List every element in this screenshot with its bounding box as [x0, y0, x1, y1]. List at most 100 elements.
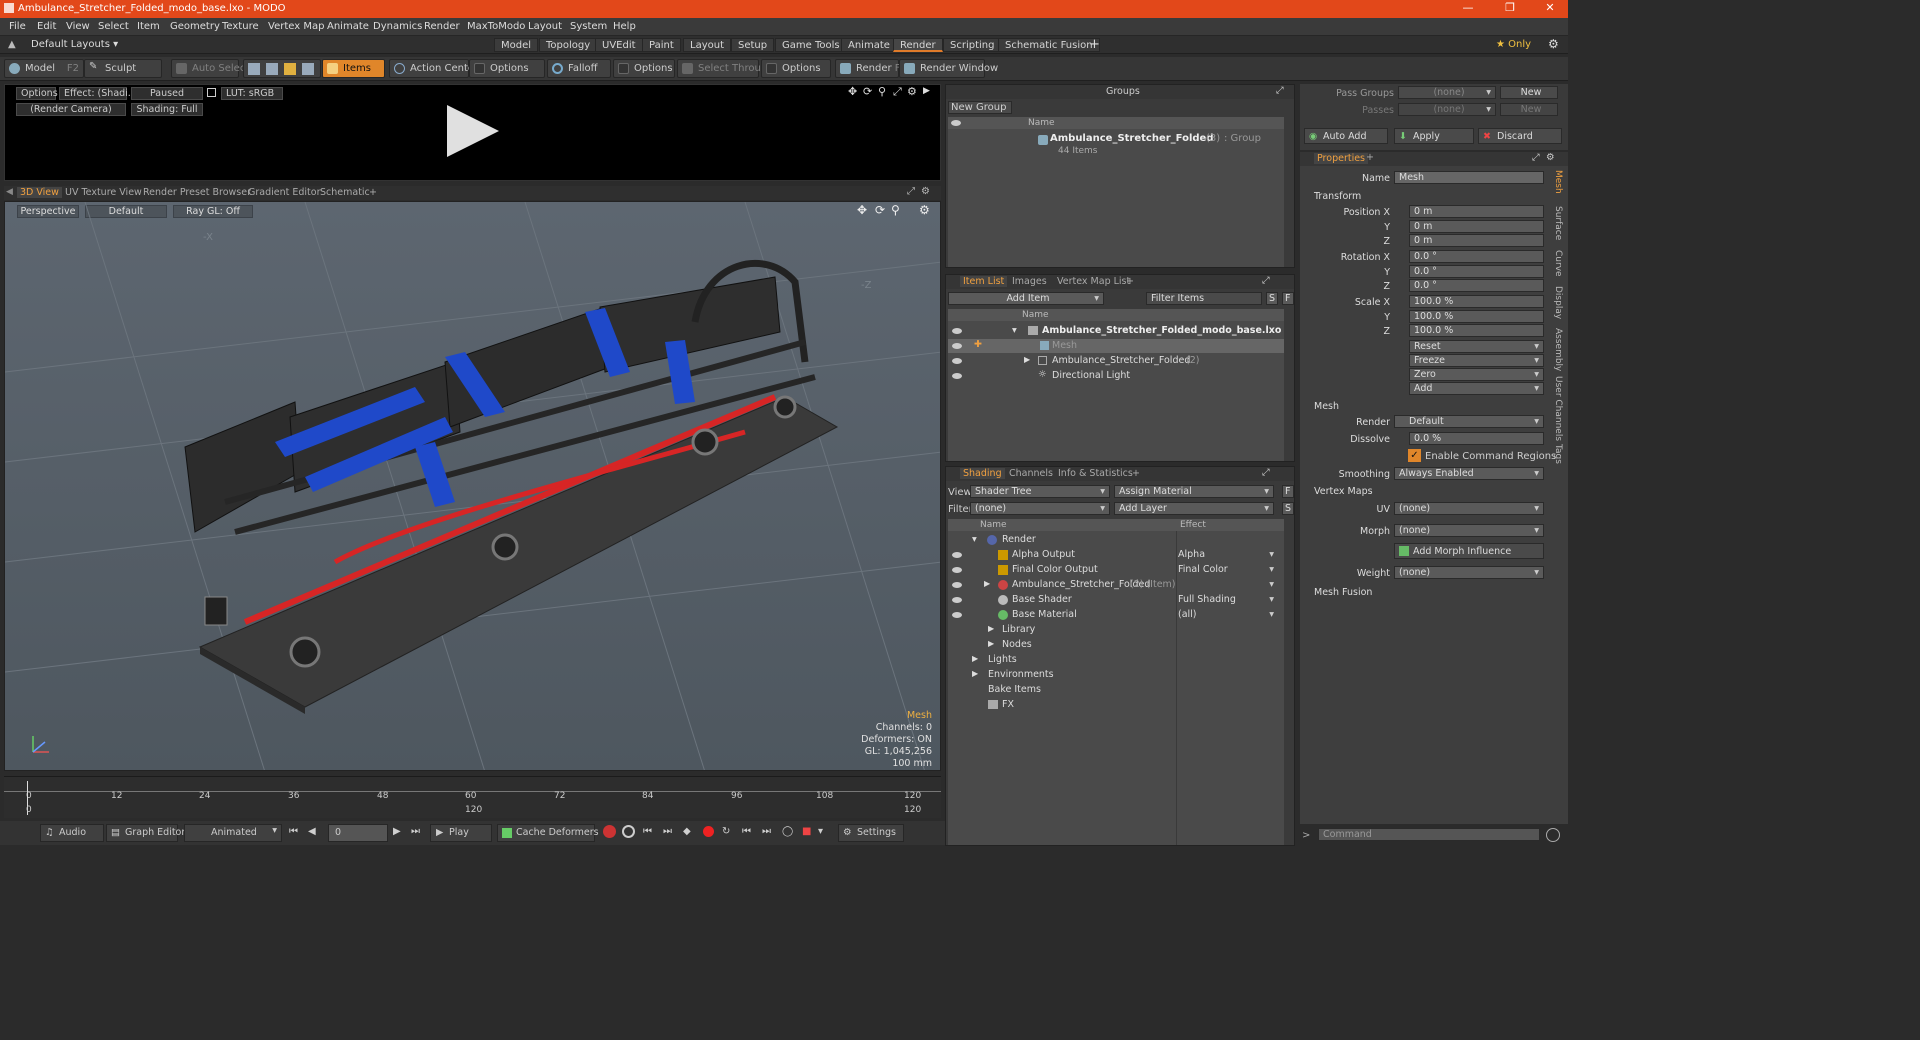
shading-f-toggle[interactable]: F: [1282, 485, 1294, 498]
auto-key-icon[interactable]: [622, 825, 635, 838]
shading-filter-dropdown[interactable]: (none): [970, 502, 1110, 515]
items-mode-button[interactable]: Items: [322, 59, 385, 78]
audio-button[interactable]: ♫ Audio: [40, 824, 104, 842]
play-preview-icon[interactable]: [443, 103, 503, 159]
prev-key-icon[interactable]: ⏮: [643, 826, 652, 837]
settings-arrow-icon[interactable]: ▾: [818, 826, 823, 837]
menu-edit[interactable]: Edit: [37, 21, 56, 32]
base-material-effect-dropdown[interactable]: (all): [1178, 609, 1278, 620]
item-row-scene[interactable]: ▾ Ambulance_Stretcher_Folded_modo_base.lx…: [948, 324, 1284, 338]
edges-mode-icon[interactable]: [266, 63, 278, 75]
tab-item-list[interactable]: Item List: [960, 276, 1008, 287]
uv-dropdown[interactable]: (none): [1394, 502, 1544, 515]
step-forward-icon[interactable]: ▶: [393, 826, 401, 837]
menu-system[interactable]: System: [570, 21, 607, 32]
expand-arrow-icon[interactable]: ▶: [984, 579, 990, 588]
add-layer-dropdown[interactable]: Add Layer: [1114, 502, 1274, 515]
tab-images[interactable]: Images: [1012, 276, 1047, 287]
tab-scripting[interactable]: Scripting: [943, 38, 1002, 52]
mesh-fusion-section[interactable]: Mesh Fusion: [1314, 587, 1372, 598]
tab-layout[interactable]: Layout: [683, 38, 731, 52]
scale-y-input[interactable]: 100.0 %: [1409, 310, 1544, 323]
tab-3d-view[interactable]: 3D View: [17, 187, 62, 198]
expand-arrow-icon[interactable]: ▶: [1024, 355, 1030, 364]
add-item-dropdown[interactable]: Add Item: [948, 292, 1104, 305]
visibility-icon[interactable]: [952, 612, 962, 618]
tab-setup[interactable]: Setup: [731, 38, 775, 52]
preview-paused-button[interactable]: Paused: [131, 87, 203, 100]
visibility-icon[interactable]: [952, 567, 962, 573]
menu-file[interactable]: File: [9, 21, 26, 32]
rotation-x-input[interactable]: 0.0 °: [1409, 250, 1544, 263]
assign-material-dropdown[interactable]: Assign Material: [1114, 485, 1274, 498]
shading-maximize-icon[interactable]: ⤢: [1262, 467, 1270, 478]
rotation-z-input[interactable]: 0.0 °: [1409, 279, 1544, 292]
cache-deformers-button[interactable]: Cache Deformers: [497, 824, 599, 842]
menu-animate[interactable]: Animate: [327, 21, 369, 32]
polygons-mode-icon[interactable]: [284, 63, 296, 75]
new-group-button[interactable]: New Group: [948, 101, 1012, 114]
loop-icon[interactable]: ↻: [722, 826, 730, 837]
item-row-light[interactable]: ☼ Directional Light: [948, 369, 1284, 383]
play-button[interactable]: ▶ Play: [430, 824, 492, 842]
item-row-group[interactable]: ▶ Ambulance_Stretcher_Folded (2): [948, 354, 1284, 368]
view-dropdown[interactable]: Shader Tree: [970, 485, 1110, 498]
item-list-tree[interactable]: Name ▾ Ambulance_Stretcher_Folded_modo_ba…: [948, 309, 1284, 461]
shader-row-fx[interactable]: FX: [948, 698, 1284, 712]
animated-dropdown[interactable]: Animated: [184, 824, 282, 842]
smoothing-dropdown[interactable]: Always Enabled: [1394, 467, 1544, 480]
restore-button[interactable]: ❐: [1490, 1, 1530, 14]
render-button[interactable]: Render F9: [835, 59, 907, 78]
discard-button[interactable]: ✖ Discard: [1478, 128, 1562, 144]
settings-button[interactable]: ⚙ Settings: [838, 824, 904, 842]
tab-info-statistics[interactable]: Info & Statistics: [1058, 468, 1133, 479]
item-name-input[interactable]: Mesh: [1394, 171, 1544, 184]
command-history-icon[interactable]: [1546, 828, 1560, 842]
groups-list[interactable]: Name Ambulance_Stretcher_Folded (3) : Gr…: [948, 117, 1284, 267]
lock-toggle-icon[interactable]: ✚: [974, 339, 982, 350]
maximize-view-icon[interactable]: ⤢: [893, 85, 902, 99]
record-icon[interactable]: [703, 826, 714, 837]
menu-vertex-map[interactable]: Vertex Map: [268, 21, 324, 32]
only-toggle[interactable]: ★ Only: [1496, 39, 1531, 50]
side-tab-user-channels[interactable]: User Channels: [1549, 376, 1563, 441]
add-properties-tab-button[interactable]: +: [1366, 152, 1374, 163]
final-color-effect-dropdown[interactable]: Final Color: [1178, 564, 1278, 575]
expand-arrow-icon[interactable]: ▶: [972, 654, 978, 663]
tab-shading[interactable]: Shading: [960, 468, 1005, 479]
rotation-y-input[interactable]: 0.0 °: [1409, 265, 1544, 278]
new-pass-button[interactable]: New: [1500, 103, 1558, 116]
item-row-mesh[interactable]: ✚ Mesh: [948, 339, 1284, 353]
menu-layout[interactable]: Layout: [528, 21, 562, 32]
lock-icon[interactable]: [207, 88, 216, 97]
side-tab-tags[interactable]: Tags: [1549, 444, 1563, 464]
command-input[interactable]: Command: [1318, 828, 1540, 841]
rotate-view-icon[interactable]: ⟳: [863, 85, 872, 98]
tab-animate[interactable]: Animate: [841, 38, 897, 52]
position-y-input[interactable]: 0 m: [1409, 220, 1544, 233]
viewport-tab-settings-icon[interactable]: ⚙: [921, 186, 930, 197]
preview-options-button[interactable]: Options: [16, 87, 58, 100]
graph-editor-button[interactable]: ▤ Graph Editor: [106, 824, 185, 842]
3d-viewport[interactable]: Perspective Default Ray GL: Off ✥ ⟳ ⚲ ⚙: [4, 201, 941, 771]
menu-texture[interactable]: Texture: [222, 21, 259, 32]
shader-row-base-material[interactable]: Base Material (all): [948, 608, 1284, 622]
layout-dropdown[interactable]: Default Layouts ▾: [31, 39, 118, 50]
menu-render[interactable]: Render: [424, 21, 460, 32]
menu-dynamics[interactable]: Dynamics: [373, 21, 422, 32]
shading-s-toggle[interactable]: S: [1282, 502, 1294, 515]
passes-dropdown[interactable]: (none): [1398, 103, 1496, 116]
mesh-section[interactable]: Mesh: [1314, 401, 1339, 412]
properties-maximize-icon[interactable]: ⤢: [1532, 152, 1540, 163]
tab-paint[interactable]: Paint: [642, 38, 681, 52]
move-view-icon[interactable]: ✥: [848, 85, 857, 98]
menu-item[interactable]: Item: [137, 21, 160, 32]
lut-dropdown[interactable]: LUT: sRGB: [221, 87, 283, 100]
materials-mode-icon[interactable]: [302, 63, 314, 75]
render-preview[interactable]: Options Effect: (Shadi... Paused LUT: sR…: [4, 84, 941, 181]
visibility-icon[interactable]: [952, 597, 962, 603]
scale-x-input[interactable]: 100.0 %: [1409, 295, 1544, 308]
next-marker-icon[interactable]: ⏭: [762, 826, 771, 837]
stop-icon[interactable]: ■: [802, 826, 811, 837]
shader-tree[interactable]: Name Effect ▾Render Alpha OutputAlpha Fin…: [948, 519, 1284, 845]
